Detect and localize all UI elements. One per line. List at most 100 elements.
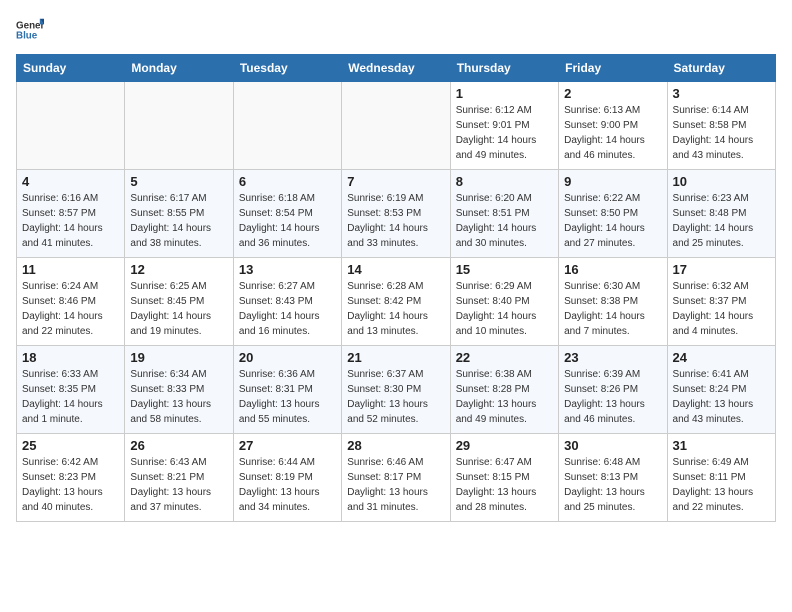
- day-number: 19: [130, 350, 227, 365]
- calendar-cell: 24Sunrise: 6:41 AM Sunset: 8:24 PM Dayli…: [667, 346, 775, 434]
- day-info: Sunrise: 6:12 AM Sunset: 9:01 PM Dayligh…: [456, 103, 553, 163]
- day-info: Sunrise: 6:30 AM Sunset: 8:38 PM Dayligh…: [564, 279, 661, 339]
- page-header: General Blue: [16, 16, 776, 44]
- calendar-cell: 5 Sunrise: 6:17 AM Sunset: 8:55 PM Daylig…: [125, 170, 233, 258]
- calendar-cell: 23 Sunrise: 6:39 AM Sunset: 8:26 PM Dayli…: [559, 346, 667, 434]
- day-number: 2: [564, 86, 661, 101]
- calendar-cell: 13 Sunrise: 6:27 AM Sunset: 8:43 PM Dayli…: [233, 258, 341, 346]
- logo-icon: General Blue: [16, 16, 44, 44]
- day-info: Sunrise: 6:28 AM Sunset: 8:42 PM Dayligh…: [347, 279, 444, 339]
- day-info: Sunrise: 6:32 AM Sunset: 8:37 PM Dayligh…: [673, 279, 770, 339]
- day-info: Sunrise: 6:42 AM Sunset: 8:23 PM Dayligh…: [22, 455, 119, 515]
- day-number: 23: [564, 350, 661, 365]
- day-info: Sunrise: 6:27 AM Sunset: 8:43 PM Dayligh…: [239, 279, 336, 339]
- day-info: Sunrise: 6:23 AM Sunset: 8:48 PM Dayligh…: [673, 191, 770, 251]
- calendar-cell: 14Sunrise: 6:28 AM Sunset: 8:42 PM Dayli…: [342, 258, 450, 346]
- day-number: 21: [347, 350, 444, 365]
- day-number: 16: [564, 262, 661, 277]
- week-row-4: 25 Sunrise: 6:42 AM Sunset: 8:23 PM Dayli…: [17, 434, 776, 522]
- calendar-cell: 29 Sunrise: 6:47 AM Sunset: 8:15 PM Dayli…: [450, 434, 558, 522]
- calendar-cell: 18 Sunrise: 6:33 AM Sunset: 8:35 PM Dayli…: [17, 346, 125, 434]
- day-info: Sunrise: 6:34 AM Sunset: 8:33 PM Dayligh…: [130, 367, 227, 427]
- day-info: Sunrise: 6:20 AM Sunset: 8:51 PM Dayligh…: [456, 191, 553, 251]
- calendar-cell: 15 Sunrise: 6:29 AM Sunset: 8:40 PM Dayli…: [450, 258, 558, 346]
- day-number: 10: [673, 174, 770, 189]
- day-number: 6: [239, 174, 336, 189]
- day-info: Sunrise: 6:43 AM Sunset: 8:21 PM Dayligh…: [130, 455, 227, 515]
- day-info: Sunrise: 6:25 AM Sunset: 8:45 PM Dayligh…: [130, 279, 227, 339]
- day-number: 15: [456, 262, 553, 277]
- calendar-cell: 21 Sunrise: 6:37 AM Sunset: 8:30 PM Dayli…: [342, 346, 450, 434]
- calendar-table: SundayMondayTuesdayWednesdayThursdayFrid…: [16, 54, 776, 522]
- day-number: 30: [564, 438, 661, 453]
- calendar-cell: 4 Sunrise: 6:16 AM Sunset: 8:57 PM Daylig…: [17, 170, 125, 258]
- week-row-0: 1 Sunrise: 6:12 AM Sunset: 9:01 PM Daylig…: [17, 82, 776, 170]
- day-number: 1: [456, 86, 553, 101]
- calendar-cell: 22 Sunrise: 6:38 AM Sunset: 8:28 PM Dayli…: [450, 346, 558, 434]
- day-number: 18: [22, 350, 119, 365]
- header-wednesday: Wednesday: [342, 55, 450, 82]
- day-number: 27: [239, 438, 336, 453]
- calendar-cell: 28Sunrise: 6:46 AM Sunset: 8:17 PM Dayli…: [342, 434, 450, 522]
- day-number: 5: [130, 174, 227, 189]
- calendar-cell: 27 Sunrise: 6:44 AM Sunset: 8:19 PM Dayli…: [233, 434, 341, 522]
- day-info: Sunrise: 6:49 AM Sunset: 8:11 PM Dayligh…: [673, 455, 770, 515]
- calendar-cell: 30 Sunrise: 6:48 AM Sunset: 8:13 PM Dayli…: [559, 434, 667, 522]
- day-info: Sunrise: 6:47 AM Sunset: 8:15 PM Dayligh…: [456, 455, 553, 515]
- calendar-cell: 12 Sunrise: 6:25 AM Sunset: 8:45 PM Dayli…: [125, 258, 233, 346]
- day-info: Sunrise: 6:14 AM Sunset: 8:58 PM Dayligh…: [673, 103, 770, 163]
- day-number: 25: [22, 438, 119, 453]
- day-number: 9: [564, 174, 661, 189]
- week-row-3: 18 Sunrise: 6:33 AM Sunset: 8:35 PM Dayli…: [17, 346, 776, 434]
- day-number: 4: [22, 174, 119, 189]
- day-info: Sunrise: 6:48 AM Sunset: 8:13 PM Dayligh…: [564, 455, 661, 515]
- calendar-cell: 3Sunrise: 6:14 AM Sunset: 8:58 PM Daylig…: [667, 82, 775, 170]
- day-info: Sunrise: 6:16 AM Sunset: 8:57 PM Dayligh…: [22, 191, 119, 251]
- calendar-cell: 16 Sunrise: 6:30 AM Sunset: 8:38 PM Dayli…: [559, 258, 667, 346]
- calendar-cell: 26 Sunrise: 6:43 AM Sunset: 8:21 PM Dayli…: [125, 434, 233, 522]
- day-info: Sunrise: 6:19 AM Sunset: 8:53 PM Dayligh…: [347, 191, 444, 251]
- day-number: 29: [456, 438, 553, 453]
- day-info: Sunrise: 6:17 AM Sunset: 8:55 PM Dayligh…: [130, 191, 227, 251]
- day-number: 20: [239, 350, 336, 365]
- day-info: Sunrise: 6:13 AM Sunset: 9:00 PM Dayligh…: [564, 103, 661, 163]
- calendar-cell: 1 Sunrise: 6:12 AM Sunset: 9:01 PM Daylig…: [450, 82, 558, 170]
- day-info: Sunrise: 6:38 AM Sunset: 8:28 PM Dayligh…: [456, 367, 553, 427]
- calendar-cell: 25 Sunrise: 6:42 AM Sunset: 8:23 PM Dayli…: [17, 434, 125, 522]
- header-sunday: Sunday: [17, 55, 125, 82]
- day-number: 13: [239, 262, 336, 277]
- day-info: Sunrise: 6:22 AM Sunset: 8:50 PM Dayligh…: [564, 191, 661, 251]
- calendar-cell: 20Sunrise: 6:36 AM Sunset: 8:31 PM Dayli…: [233, 346, 341, 434]
- calendar-cell: [233, 82, 341, 170]
- header-row: SundayMondayTuesdayWednesdayThursdayFrid…: [17, 55, 776, 82]
- calendar-cell: [17, 82, 125, 170]
- calendar-cell: 6 Sunrise: 6:18 AM Sunset: 8:54 PM Daylig…: [233, 170, 341, 258]
- day-info: Sunrise: 6:37 AM Sunset: 8:30 PM Dayligh…: [347, 367, 444, 427]
- day-number: 22: [456, 350, 553, 365]
- day-info: Sunrise: 6:39 AM Sunset: 8:26 PM Dayligh…: [564, 367, 661, 427]
- day-info: Sunrise: 6:41 AM Sunset: 8:24 PM Dayligh…: [673, 367, 770, 427]
- day-info: Sunrise: 6:33 AM Sunset: 8:35 PM Dayligh…: [22, 367, 119, 427]
- calendar-cell: [342, 82, 450, 170]
- header-friday: Friday: [559, 55, 667, 82]
- logo: General Blue: [16, 16, 48, 44]
- day-number: 7: [347, 174, 444, 189]
- day-number: 26: [130, 438, 227, 453]
- header-monday: Monday: [125, 55, 233, 82]
- day-info: Sunrise: 6:18 AM Sunset: 8:54 PM Dayligh…: [239, 191, 336, 251]
- day-number: 28: [347, 438, 444, 453]
- day-info: Sunrise: 6:29 AM Sunset: 8:40 PM Dayligh…: [456, 279, 553, 339]
- day-number: 8: [456, 174, 553, 189]
- calendar-cell: 8 Sunrise: 6:20 AM Sunset: 8:51 PM Daylig…: [450, 170, 558, 258]
- calendar-cell: 19 Sunrise: 6:34 AM Sunset: 8:33 PM Dayli…: [125, 346, 233, 434]
- day-number: 31: [673, 438, 770, 453]
- day-number: 12: [130, 262, 227, 277]
- day-info: Sunrise: 6:44 AM Sunset: 8:19 PM Dayligh…: [239, 455, 336, 515]
- calendar-cell: 10 Sunrise: 6:23 AM Sunset: 8:48 PM Dayli…: [667, 170, 775, 258]
- calendar-cell: 31 Sunrise: 6:49 AM Sunset: 8:11 PM Dayli…: [667, 434, 775, 522]
- header-saturday: Saturday: [667, 55, 775, 82]
- calendar-cell: 9 Sunrise: 6:22 AM Sunset: 8:50 PM Daylig…: [559, 170, 667, 258]
- header-thursday: Thursday: [450, 55, 558, 82]
- calendar-cell: [125, 82, 233, 170]
- calendar-cell: 2 Sunrise: 6:13 AM Sunset: 9:00 PM Daylig…: [559, 82, 667, 170]
